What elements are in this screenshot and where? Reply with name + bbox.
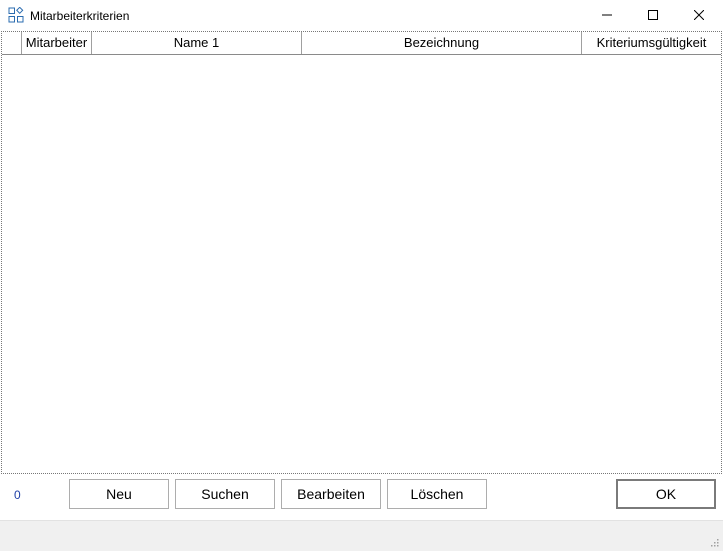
title-bar[interactable]: Mitarbeiterkriterien	[0, 0, 723, 31]
resize-grip-icon[interactable]	[708, 536, 720, 548]
maximize-button[interactable]	[630, 0, 676, 31]
app-grid-icon	[8, 6, 24, 23]
minimize-icon	[602, 8, 612, 23]
new-button[interactable]: Neu	[69, 479, 169, 509]
search-button[interactable]: Suchen	[175, 479, 275, 509]
delete-button[interactable]: Löschen	[387, 479, 487, 509]
criteria-grid[interactable]: Mitarbeiter Name 1 Bezeichnung Kriterium…	[1, 31, 722, 474]
column-header-bezeichnung[interactable]: Bezeichnung	[302, 32, 582, 54]
grid-header: Mitarbeiter Name 1 Bezeichnung Kriterium…	[2, 32, 721, 55]
dialog-window: Mitarbeiterkriterien Mitarbeiter Name 1 …	[0, 0, 723, 551]
column-header-kriteriumsgueltigkeit[interactable]: Kriteriumsgültigkeit	[582, 32, 721, 54]
column-header-name1[interactable]: Name 1	[92, 32, 302, 54]
window-title: Mitarbeiterkriterien	[30, 9, 130, 23]
minimize-button[interactable]	[584, 0, 630, 31]
ok-button[interactable]: OK	[616, 479, 716, 509]
maximize-icon	[648, 8, 658, 23]
column-header-mitarbeiter[interactable]: Mitarbeiter	[22, 32, 92, 54]
record-count: 0	[14, 488, 21, 502]
close-button[interactable]	[676, 0, 722, 31]
row-selector-header[interactable]	[2, 32, 22, 54]
status-bar	[0, 520, 723, 551]
edit-button[interactable]: Bearbeiten	[281, 479, 381, 509]
close-icon	[693, 8, 705, 23]
